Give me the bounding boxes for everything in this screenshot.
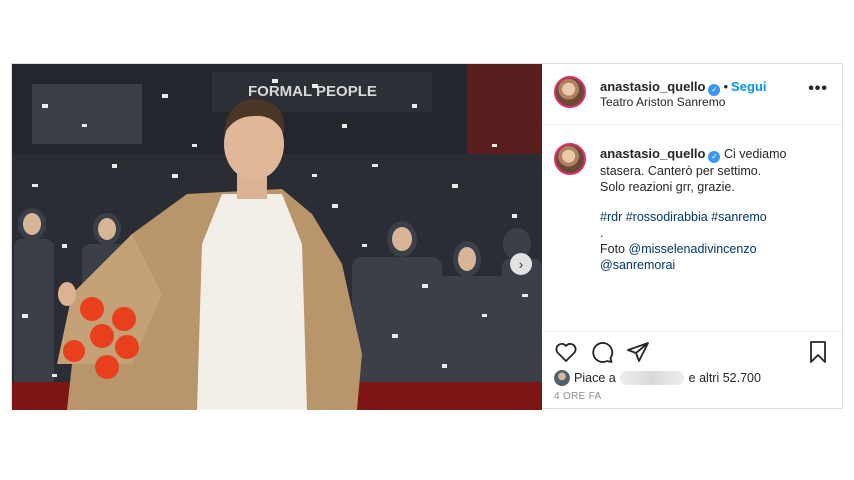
photo-illustration: FORMAL PEOPLE [12, 64, 542, 410]
post-photo[interactable]: FORMAL PEOPLE › [12, 64, 542, 410]
bookmark-icon[interactable] [806, 340, 830, 364]
mention-link-1[interactable]: @misselenadivincenzo [629, 242, 757, 256]
chevron-right-icon: › [518, 256, 524, 272]
caption: anastasio_quello ✓ Ci vediamo stasera. Ca… [542, 125, 842, 331]
caption-username-link[interactable]: anastasio_quello [600, 146, 705, 161]
action-icons [554, 340, 830, 366]
follow-button[interactable]: Segui [731, 79, 766, 94]
caption-text: anastasio_quello ✓ Ci vediamo stasera. Ca… [600, 146, 828, 273]
caption-period: . [600, 226, 604, 240]
next-photo-button[interactable]: › [510, 253, 532, 275]
instagram-post: FORMAL PEOPLE › anastasio_quello ✓ • Seg… [11, 63, 843, 410]
caption-line-3: Solo reazioni grr, grazie. [600, 180, 735, 194]
caption-avatar[interactable] [554, 143, 586, 175]
blurred-username [620, 371, 685, 385]
username-link[interactable]: anastasio_quello [600, 79, 705, 94]
liker-avatar [554, 370, 570, 386]
separator-dot: • [723, 79, 729, 94]
post-sidebar: anastasio_quello ✓ • Segui Teatro Ariston S… [542, 64, 842, 408]
likes-suffix: e altri 52.700 [688, 371, 761, 385]
heart-icon[interactable] [554, 340, 578, 364]
post-header: anastasio_quello ✓ • Segui Teatro Ariston S… [542, 64, 842, 125]
header-user-line: anastasio_quello ✓ • Segui [600, 79, 766, 96]
caption-credit-prefix: Foto [600, 242, 626, 256]
caption-hashtags[interactable]: #rdr #rossodirabbia #sanremo [600, 209, 828, 225]
mention-link-2[interactable]: @sanremorai [600, 257, 828, 273]
avatar[interactable] [554, 76, 586, 108]
caption-line-2: stasera. Canterò per settimo. [600, 164, 762, 178]
likes-summary[interactable]: Piace a e altri 52.700 [554, 370, 761, 386]
likes-prefix: Piace a [574, 371, 616, 385]
actions-area: Piace a e altri 52.700 4 ORE FA [542, 331, 842, 410]
share-icon[interactable] [626, 340, 650, 364]
comment-icon[interactable] [590, 340, 614, 364]
post-timestamp: 4 ORE FA [554, 391, 602, 402]
verified-badge-icon: ✓ [708, 151, 721, 163]
ellipsis-icon[interactable]: ••• [808, 80, 828, 98]
location-link[interactable]: Teatro Ariston Sanremo [600, 95, 725, 109]
caption-line-1: Ci vediamo [723, 147, 787, 161]
